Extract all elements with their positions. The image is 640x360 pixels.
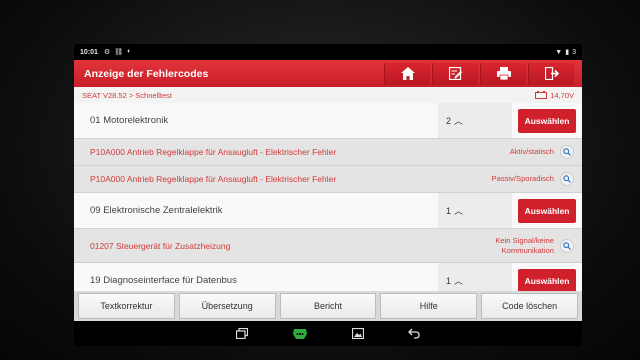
fault-code-list[interactable]: 01 Motorelektronik 2 ︿ Auswählen P10A000… [74, 103, 582, 309]
search-icon[interactable] [560, 145, 574, 159]
select-button[interactable]: Auswählen [518, 198, 576, 223]
home-button[interactable] [384, 62, 430, 85]
recent-apps-icon[interactable] [236, 328, 248, 339]
fault-count-value: 1 [446, 205, 452, 216]
screenshot-icon[interactable] [352, 328, 364, 339]
android-nav-bar [74, 321, 582, 346]
dtc-row[interactable]: 01207 Steuergerät für Zusatzheizung Kein… [74, 229, 582, 263]
voltage-indicator: 14,70V [535, 91, 574, 100]
print-button[interactable] [480, 62, 526, 85]
ecu-row-engine[interactable]: 01 Motorelektronik 2 ︿ Auswählen [74, 103, 582, 139]
usb-icon: ⛓ [114, 49, 124, 56]
back-icon[interactable] [408, 328, 420, 339]
ecu-fault-count[interactable]: 2 ︿ [438, 103, 512, 138]
select-button[interactable]: Auswählen [518, 108, 576, 133]
print-icon [496, 67, 511, 80]
notification-icon: ◐ [127, 48, 132, 55]
dtc-code: P10A000 Antrieb Regelklappe für Ansauglu… [90, 174, 337, 184]
title-bar: Anzeige der Fehlercodes [74, 60, 582, 87]
status-time: 10:01 [80, 48, 98, 56]
tablet-screen: 10:01 ⚙ ⛓ ◐ ▼ ▮ 3 Anzeige der Fehlercode… [74, 44, 582, 346]
search-icon[interactable] [560, 172, 574, 186]
battery-level: 3 [572, 48, 576, 56]
chevron-up-icon: ︿ [454, 116, 464, 126]
breadcrumb-path: SEAT V28.52 > Schnelltest [82, 90, 172, 100]
dtc-status: Passiv/Sporadisch [491, 174, 554, 184]
vci-connector-icon[interactable] [292, 328, 308, 340]
edit-report-icon [449, 67, 462, 80]
translation-button[interactable]: Übersetzung [178, 293, 276, 319]
ecu-name: 19 Diagnoseinterface für Datenbus [90, 275, 237, 286]
bottom-toolbar: Textkorrektur Übersetzung Bericht Hilfe … [74, 291, 582, 321]
dtc-status: Aktiv/statisch [509, 147, 554, 157]
text-correction-button[interactable]: Textkorrektur [78, 293, 175, 319]
fault-count-value: 2 [446, 115, 452, 126]
select-button[interactable]: Auswählen [518, 268, 576, 293]
voltage-value: 14,70V [550, 90, 574, 100]
chevron-up-icon: ︿ [454, 276, 464, 286]
page-title: Anzeige der Fehlercodes [84, 67, 209, 80]
exit-icon [544, 67, 559, 80]
dtc-code: P10A000 Antrieb Regelklappe für Ansauglu… [90, 147, 337, 157]
clear-codes-button[interactable]: Code löschen [481, 293, 578, 319]
dtc-row[interactable]: P10A000 Antrieb Regelklappe für Ansauglu… [74, 166, 582, 193]
help-button[interactable]: Hilfe [380, 293, 478, 319]
wifi-icon: ▼ [555, 48, 563, 56]
ecu-name: 09 Elektronische Zentralelektrik [90, 205, 223, 216]
status-bar: 10:01 ⚙ ⛓ ◐ ▼ ▮ 3 [74, 44, 582, 60]
edit-report-button[interactable] [432, 62, 478, 85]
dtc-row[interactable]: P10A000 Antrieb Regelklappe für Ansauglu… [74, 139, 582, 166]
ecu-name: 01 Motorelektronik [90, 115, 169, 126]
fault-count-value: 1 [446, 275, 452, 286]
settings-icon: ⚙ [103, 49, 111, 56]
status-right: ▼ ▮ 3 [555, 48, 576, 57]
home-icon [400, 67, 415, 80]
chevron-up-icon: ︿ [454, 206, 464, 216]
exit-button[interactable] [528, 62, 574, 85]
battery-voltage-icon [535, 91, 548, 99]
ecu-row-central-electrics[interactable]: 09 Elektronische Zentralelektrik 1 ︿ Aus… [74, 193, 582, 229]
dtc-code: 01207 Steuergerät für Zusatzheizung [90, 240, 231, 251]
status-icons: ⚙ ⛓ ◐ [104, 48, 131, 56]
report-button[interactable]: Bericht [279, 293, 377, 319]
ecu-fault-count[interactable]: 1 ︿ [438, 193, 512, 228]
battery-icon: ▮ [565, 49, 570, 56]
breadcrumb: SEAT V28.52 > Schnelltest 14,70V [74, 87, 582, 103]
dtc-status: Kein Signal/keine Kommunikation [495, 236, 554, 255]
search-icon[interactable] [560, 238, 574, 253]
